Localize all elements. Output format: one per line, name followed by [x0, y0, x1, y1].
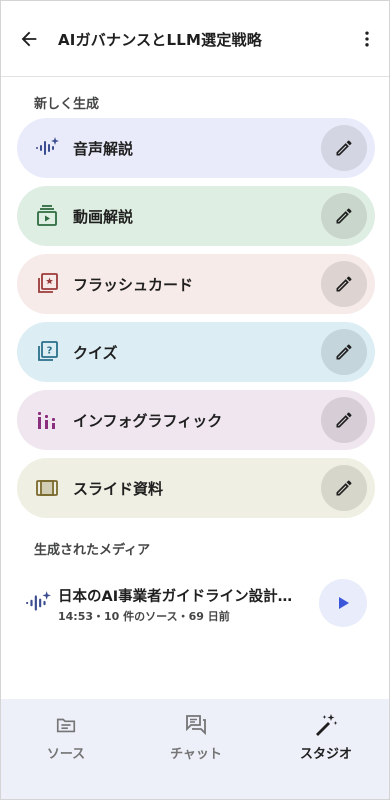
- nav-tab-sources[interactable]: ソース: [16, 713, 116, 763]
- gen-item-label: クイズ: [73, 344, 118, 362]
- top-app-bar: AIガバナンスとLLM選定戦略: [1, 1, 389, 77]
- pencil-icon: [336, 276, 352, 292]
- chat-icon: [184, 713, 208, 737]
- flashcards-icon: [35, 272, 59, 296]
- nav-label: スタジオ: [299, 747, 352, 762]
- pencil-icon: [336, 208, 352, 224]
- audio-waveform-icon: [25, 590, 51, 616]
- generate-audio-overview[interactable]: 音声解説: [17, 118, 375, 178]
- pencil-icon: [336, 140, 352, 156]
- edit-button[interactable]: [321, 329, 367, 375]
- generate-infographic[interactable]: インフォグラフィック: [17, 390, 375, 450]
- studio-wand-icon: [314, 713, 338, 737]
- svg-text:?: ?: [47, 346, 53, 357]
- video-icon: [35, 204, 59, 228]
- arrow-back-icon: [21, 31, 37, 47]
- edit-button[interactable]: [321, 125, 367, 171]
- generate-section-label: 新しく生成: [34, 97, 100, 112]
- nav-tab-chat[interactable]: チャット: [146, 713, 246, 763]
- media-meta: 14:53・10 件のソース・69 日前: [58, 610, 230, 623]
- back-button[interactable]: [17, 27, 41, 51]
- generate-video-overview[interactable]: 動画解説: [17, 186, 375, 246]
- generate-slides[interactable]: スライド資料: [17, 458, 375, 518]
- page-title: AIガバナンスとLLM選定戦略: [58, 31, 262, 49]
- sources-icon: [54, 713, 78, 737]
- media-title: 日本のAI事業者ガイドライン設計…: [58, 589, 293, 605]
- gen-item-label: フラッシュカード: [73, 276, 194, 294]
- media-section-label: 生成されたメディア: [34, 543, 151, 558]
- nav-label: チャット: [170, 747, 222, 762]
- slides-icon: [35, 476, 59, 500]
- edit-button[interactable]: [321, 397, 367, 443]
- edit-button[interactable]: [321, 193, 367, 239]
- audio-waveform-icon: [35, 136, 59, 160]
- generate-flashcards[interactable]: フラッシュカード: [17, 254, 375, 314]
- nav-tab-studio[interactable]: スタジオ: [276, 713, 376, 763]
- media-list-item[interactable]: 日本のAI事業者ガイドライン設計… 14:53・10 件のソース・69 日前: [17, 573, 375, 633]
- pencil-icon: [336, 412, 352, 428]
- more-options-button[interactable]: [355, 27, 379, 51]
- gen-item-label: 動画解説: [73, 208, 134, 226]
- gen-item-label: インフォグラフィック: [73, 412, 223, 430]
- gen-item-label: 音声解説: [73, 140, 134, 158]
- generate-quiz[interactable]: ? クイズ: [17, 322, 375, 382]
- more-vert-icon: [365, 31, 369, 47]
- edit-button[interactable]: [321, 261, 367, 307]
- gen-item-label: スライド資料: [73, 480, 164, 498]
- pencil-icon: [336, 344, 352, 360]
- pencil-icon: [336, 480, 352, 496]
- edit-button[interactable]: [321, 465, 367, 511]
- infographic-icon: [35, 408, 59, 432]
- bottom-navigation: ソース チャット スタジオ: [1, 699, 389, 799]
- nav-label: ソース: [46, 747, 86, 762]
- app-screen: AIガバナンスとLLM選定戦略 新しく生成 音声解説 動画解説 フラッシュカード…: [0, 0, 390, 800]
- play-button[interactable]: [319, 579, 367, 627]
- quiz-icon: ?: [35, 340, 59, 364]
- play-icon: [339, 597, 349, 609]
